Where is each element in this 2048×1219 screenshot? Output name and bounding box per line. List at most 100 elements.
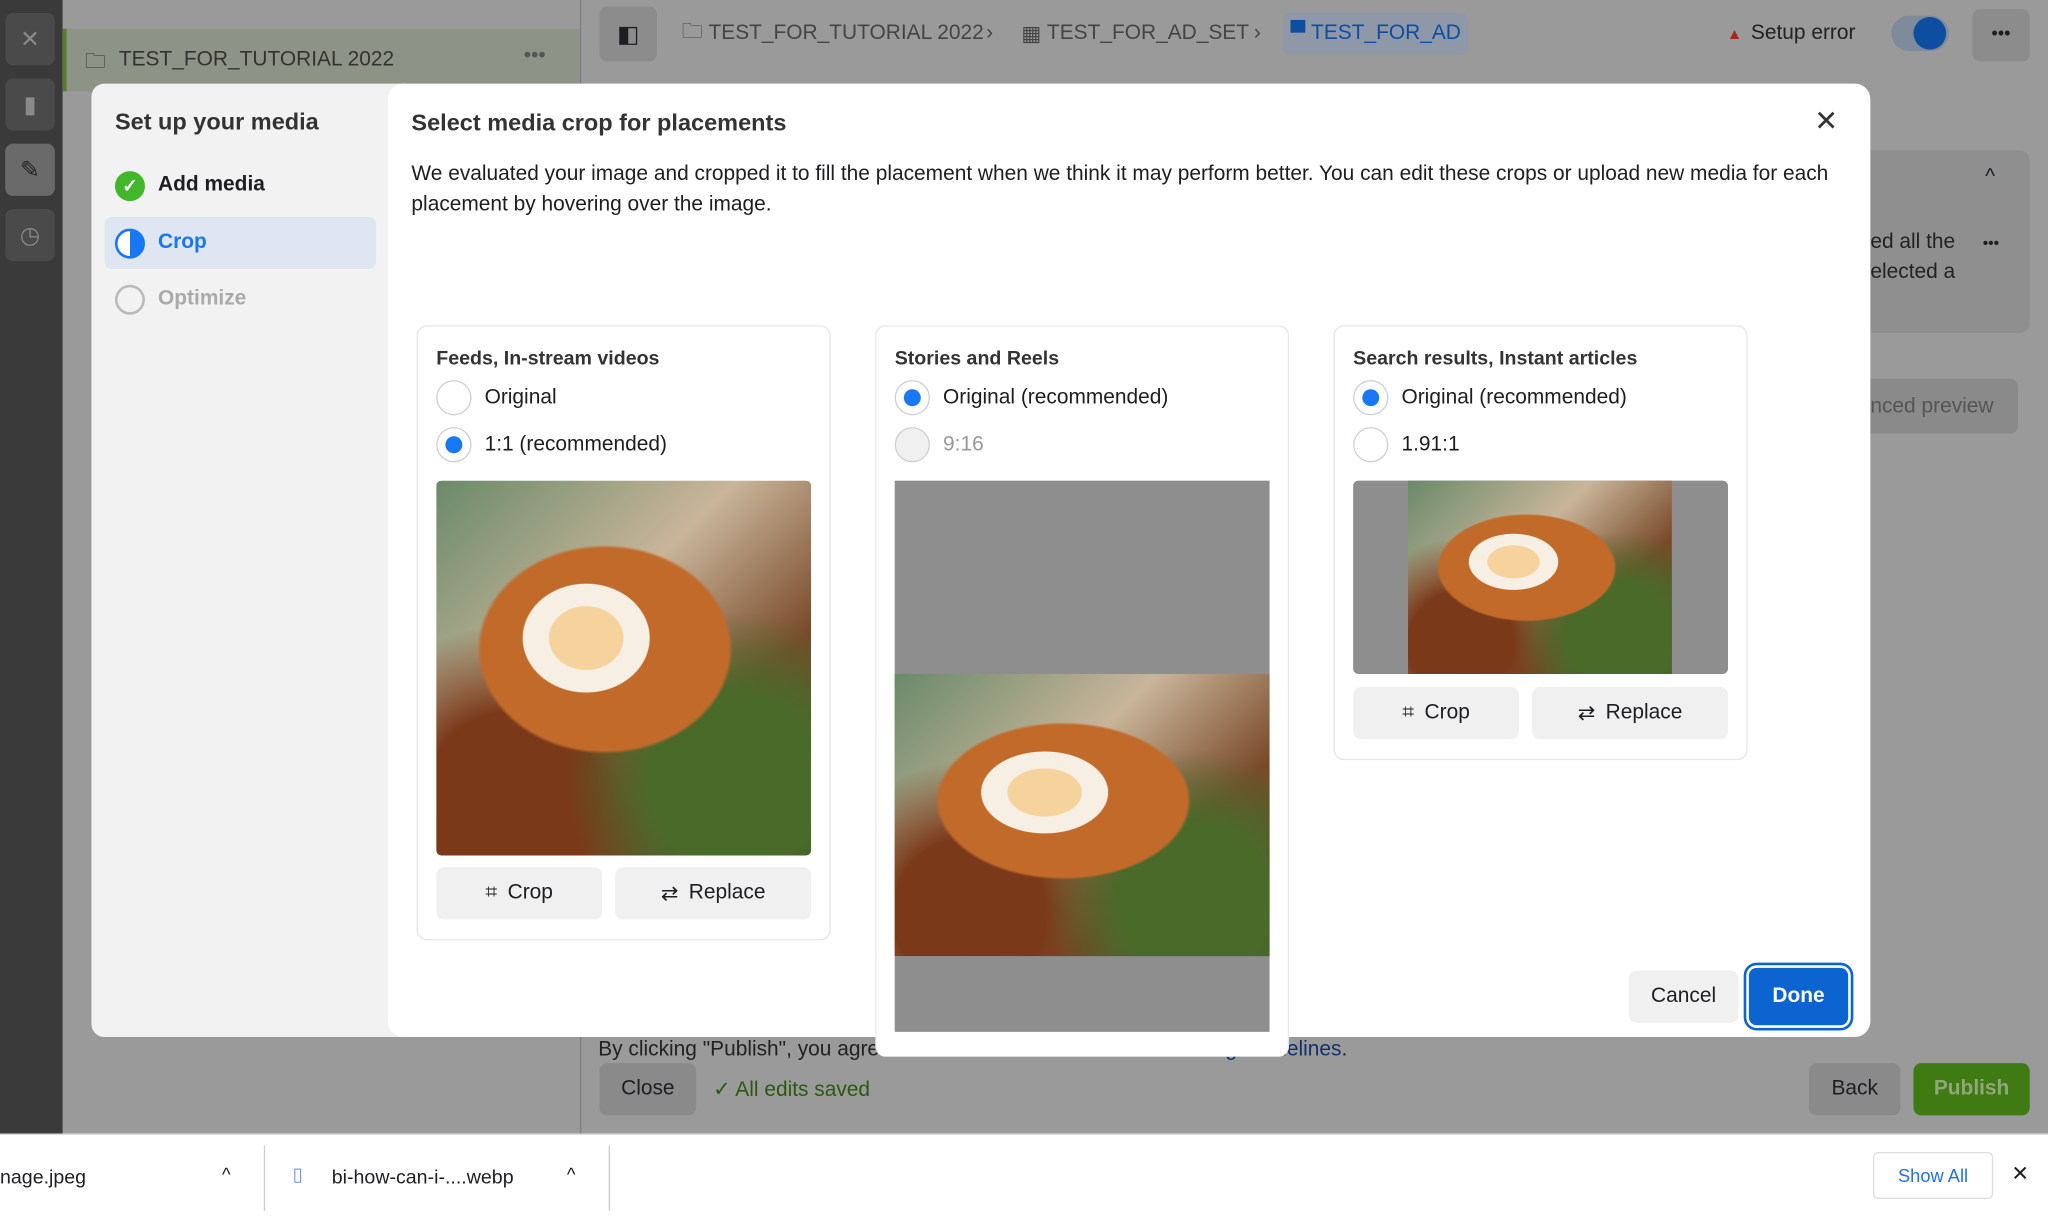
media-preview-image	[894, 673, 1270, 957]
step-crop[interactable]: Crop	[104, 216, 377, 270]
button-label: Replace	[1605, 701, 1683, 724]
option-original[interactable]: Original	[436, 380, 557, 416]
step-label: Crop	[158, 231, 207, 254]
file-icon: ▯	[292, 1163, 303, 1185]
campaign-name: TEST_FOR_TUTORIAL 2022	[118, 48, 395, 71]
media-preview-frame[interactable]	[1353, 480, 1728, 674]
close-icon[interactable]: ✕	[2011, 1161, 2029, 1187]
crop-modal: Select media crop for placements ✕ We ev…	[387, 83, 1871, 1057]
chart-icon[interactable]: ▮	[5, 78, 55, 131]
divider	[263, 1145, 266, 1211]
replace-button[interactable]: ⇄ Replace	[615, 867, 812, 920]
status-text: Setup error	[1750, 22, 1856, 45]
radio-button[interactable]	[1353, 427, 1389, 463]
step-optimize[interactable]: Optimize	[104, 273, 376, 325]
check-circle-icon: ✓	[114, 170, 145, 201]
chevron-right-icon: ›	[1253, 22, 1261, 45]
clock-icon[interactable]: ◷	[5, 208, 55, 262]
breadcrumb-label: TEST_FOR_AD_SET	[1046, 22, 1249, 45]
save-status: ✓ All edits saved	[713, 1076, 870, 1102]
button-label: Crop	[507, 881, 553, 904]
divider	[608, 1145, 610, 1211]
radio-button[interactable]	[436, 427, 472, 463]
modal-description: We evaluated your image and cropped it t…	[411, 163, 1829, 216]
folder-icon: 🗀	[681, 20, 709, 43]
more-icon[interactable]: •••	[1983, 234, 1999, 252]
placement-card-search: Search results, Instant articles Origina…	[1333, 325, 1748, 761]
more-icon[interactable]: •••	[524, 44, 546, 68]
option-label: Original (recommended)	[1401, 385, 1627, 409]
option-1-1[interactable]: 1:1 (recommended)	[436, 427, 667, 463]
step-label: Add media	[158, 173, 265, 196]
close-icon[interactable]: ✕	[1814, 104, 1838, 138]
card-title: Stories and Reels	[894, 347, 1060, 370]
download-item[interactable]: bi-how-can-i-....webp	[332, 1166, 514, 1188]
button-label: Crop	[1424, 701, 1470, 724]
option-9-16: 9:16	[894, 427, 984, 463]
show-all-button[interactable]: Show All	[1872, 1151, 1994, 1200]
breadcrumb-label: TEST_FOR_TUTORIAL 2022	[708, 22, 984, 45]
step-add-media[interactable]: ✓ Add media	[104, 159, 376, 211]
modal-title: Select media crop for placements	[411, 109, 787, 136]
half-circle-icon	[114, 227, 145, 258]
radio-button[interactable]	[894, 380, 930, 416]
side-rail: ✕ ▮ ✎ ◷	[0, 0, 63, 1134]
radio-button	[894, 427, 930, 463]
media-preview-image[interactable]	[436, 480, 812, 856]
button-label: Replace	[688, 881, 766, 904]
placement-card-stories: Stories and Reels Original (recommended)…	[875, 325, 1290, 1057]
setup-error-status: ▲ Setup error	[1727, 13, 1856, 55]
close-button[interactable]: Close	[599, 1063, 697, 1116]
back-button[interactable]: Back	[1808, 1063, 1901, 1116]
done-button[interactable]: Done	[1748, 967, 1849, 1026]
ad-toggle[interactable]	[1891, 15, 1949, 51]
option-original[interactable]: Original (recommended)	[894, 380, 1168, 416]
chevron-right-icon: ›	[986, 22, 994, 45]
more-icon[interactable]: •••	[1972, 9, 2030, 62]
warning-icon: ▲	[1726, 24, 1751, 44]
replace-button[interactable]: ⇄ Replace	[1532, 687, 1728, 740]
advanced-preview-button[interactable]: nced preview	[1870, 378, 2018, 434]
pencil-icon[interactable]: ✎	[5, 143, 55, 196]
radio-button[interactable]	[1353, 380, 1389, 416]
crop-icon: ⌗	[1402, 701, 1415, 724]
bg-text: elected a	[1870, 261, 1956, 284]
save-status-text: All edits saved	[735, 1078, 871, 1102]
terms-suffix: .	[1341, 1038, 1348, 1061]
cancel-button[interactable]: Cancel	[1628, 970, 1739, 1023]
card-title: Search results, Instant articles	[1353, 347, 1638, 370]
media-preview-frame[interactable]	[894, 480, 1270, 1032]
option-1-91-1[interactable]: 1.91:1	[1353, 427, 1460, 463]
wizard-title: Set up your media	[114, 108, 319, 135]
publish-button[interactable]: Publish	[1913, 1063, 2030, 1116]
crop-icon: ⌗	[485, 881, 498, 904]
chevron-up-icon[interactable]: ^	[222, 1164, 231, 1185]
card-title: Feeds, In-stream videos	[436, 347, 660, 370]
media-preview-image	[1407, 480, 1672, 674]
folder-icon: 🗀	[84, 50, 106, 74]
campaign-row[interactable]: 🗀 TEST_FOR_TUTORIAL 2022 •••	[62, 28, 580, 92]
chevron-up-icon[interactable]: ^	[567, 1164, 576, 1185]
option-label: 1.91:1	[1401, 432, 1460, 456]
swap-icon: ⇄	[1577, 702, 1596, 725]
breadcrumb-label: TEST_FOR_AD	[1311, 22, 1461, 45]
option-original[interactable]: Original (recommended)	[1353, 380, 1627, 416]
crop-button[interactable]: ⌗ Crop	[1353, 687, 1520, 740]
radio-button[interactable]	[436, 380, 472, 416]
option-label: 9:16	[943, 432, 984, 456]
swap-icon: ⇄	[660, 882, 679, 906]
breadcrumb-ad[interactable]: ▀ TEST_FOR_AD	[1282, 13, 1469, 55]
close-icon[interactable]: ✕	[5, 13, 55, 66]
breadcrumb-campaign[interactable]: 🗀 TEST_FOR_TUTORIAL 2022	[682, 13, 984, 55]
download-item[interactable]: nage.jpeg	[0, 1166, 86, 1188]
step-label: Optimize	[158, 287, 247, 310]
check-icon: ✓	[713, 1078, 736, 1102]
placement-card-feeds: Feeds, In-stream videos Original 1:1 (re…	[416, 325, 831, 941]
grid-icon: ▦	[1021, 23, 1047, 46]
chevron-up-icon[interactable]: ^	[1985, 166, 1995, 190]
option-label: 1:1 (recommended)	[484, 432, 667, 456]
breadcrumb-adset[interactable]: ▦ TEST_FOR_AD_SET	[1021, 13, 1249, 55]
bg-text: ed all the	[1870, 231, 1956, 254]
crop-button[interactable]: ⌗ Crop	[436, 867, 603, 920]
toggle-panel-icon[interactable]: ◧	[599, 6, 657, 62]
